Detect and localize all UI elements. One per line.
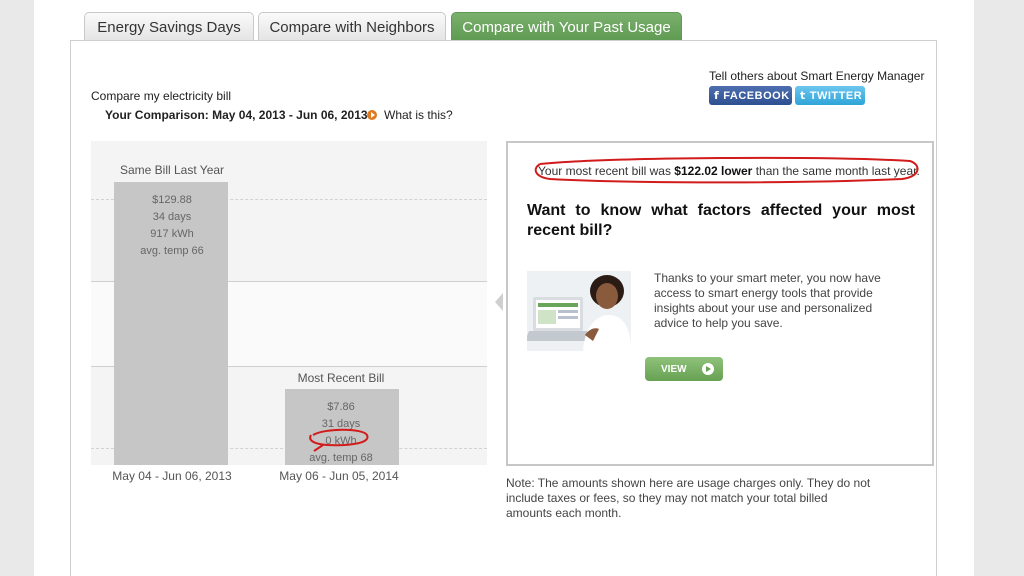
bill-comparison-chart: Same Bill Last Year $129.88 34 days 917 … xyxy=(91,141,487,465)
compare-title: Compare my electricity bill xyxy=(91,89,232,103)
bill-insight-callout: Your most recent bill was $122.02 lower … xyxy=(506,141,934,466)
recent-bill-summary: Your most recent bill was $122.02 lower … xyxy=(538,164,920,178)
recent-amount: $122.02 lower xyxy=(674,164,753,178)
pointer-arrow xyxy=(495,293,503,311)
bar-recent-temp: avg. temp 68 xyxy=(309,452,373,464)
bar-last-year-kwh: 917 kWh xyxy=(150,228,194,240)
bar-recent-amount: $7.86 xyxy=(327,401,355,413)
bar-recent-days: 31 days xyxy=(321,418,361,430)
social-buttons: f FACEBOOK t TWITTER xyxy=(709,86,865,105)
tab-energy-savings-days[interactable]: Energy Savings Days xyxy=(84,12,254,41)
play-icon xyxy=(367,110,377,120)
bar-title-recent: Most Recent Bill xyxy=(297,371,385,385)
tell-others-label: Tell others about Smart Energy Manager xyxy=(709,69,925,83)
page-container: Energy Savings Days Compare with Neighbo… xyxy=(34,0,974,576)
x-label-2013: May 04 - Jun 06, 2013 xyxy=(112,469,232,483)
bar-last-year-amount: $129.88 xyxy=(152,194,192,206)
what-is-this-label: What is this? xyxy=(384,108,453,122)
comparison-period: Your Comparison: May 04, 2013 - Jun 06, … xyxy=(105,108,368,122)
tab-compare-neighbors[interactable]: Compare with Neighbors xyxy=(258,12,446,41)
recent-prefix: Your most recent bill was xyxy=(538,164,675,178)
facebook-label: FACEBOOK xyxy=(723,89,790,102)
smart-meter-blurb: Thanks to your smart meter, you now have… xyxy=(654,271,881,330)
twitter-icon: t xyxy=(800,89,806,102)
play-icon xyxy=(702,363,714,375)
bar-last-year-days: 34 days xyxy=(152,211,192,223)
bar-recent-kwh: 0 kWh xyxy=(325,435,357,447)
x-label-2014: May 06 - Jun 05, 2014 xyxy=(279,469,399,483)
view-label: VIEW xyxy=(661,363,687,375)
twitter-button[interactable]: t TWITTER xyxy=(795,86,865,105)
facebook-button[interactable]: f FACEBOOK xyxy=(709,86,792,105)
tab-compare-past-usage[interactable]: Compare with Your Past Usage xyxy=(451,12,682,41)
bar-title-last-year: Same Bill Last Year xyxy=(119,163,225,177)
content-panel: Compare my electricity bill Your Compari… xyxy=(70,40,937,576)
view-button[interactable]: VIEW xyxy=(645,357,723,381)
bar-last-year xyxy=(114,182,228,465)
twitter-label: TWITTER xyxy=(809,89,863,102)
woman-laptop-image xyxy=(527,271,631,351)
callout-question: Want to know what factors affected your … xyxy=(527,202,915,239)
bar-last-year-temp: avg. temp 66 xyxy=(140,245,204,257)
recent-suffix: than the same month last year. xyxy=(752,164,920,178)
usage-note: Note: The amounts shown here are usage c… xyxy=(506,476,871,520)
what-is-this-link[interactable]: What is this? xyxy=(367,108,453,122)
facebook-icon: f xyxy=(714,89,720,102)
